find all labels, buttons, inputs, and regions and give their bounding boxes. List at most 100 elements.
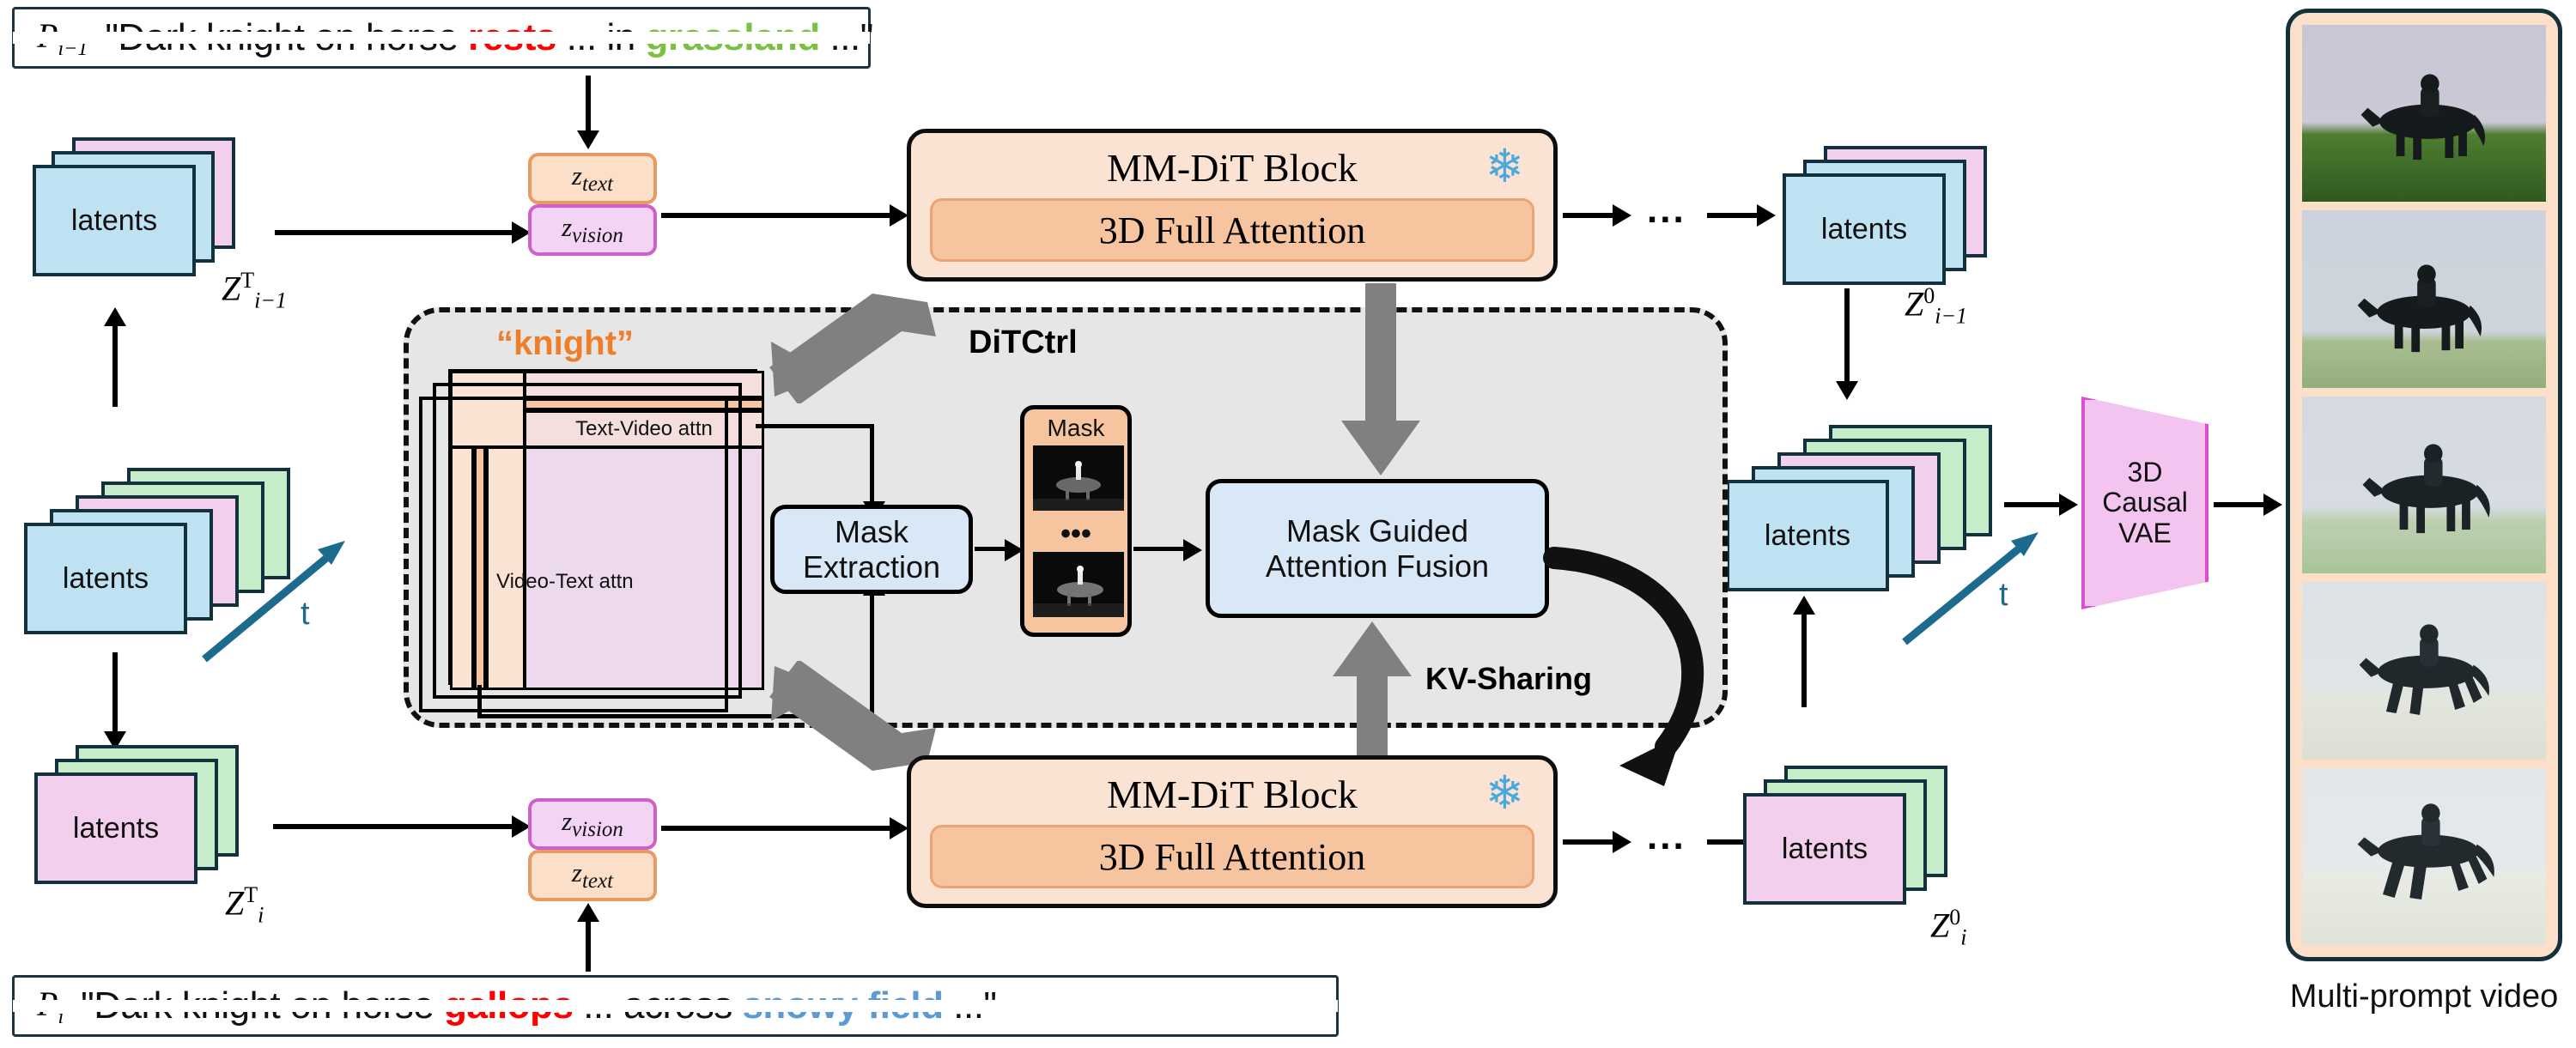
line-prompt-top-to-ztext [586,76,591,134]
arrow-head-ztext-to-mmdit-top [890,204,908,227]
prompt-ribbon-bottom: Pi "Dark knight on horse gallops ... acr… [12,975,1339,1037]
wire-attn-bottom-down [477,685,482,718]
full-attention-box-top[interactable]: 3D Full Attention [930,198,1534,262]
wire-attn-top-down [870,424,874,505]
prompt-bottom-tail: ..." [943,984,997,1027]
t-axis-arrow-right [1902,532,2038,645]
latent-card-1: latents [24,523,187,634]
video-frame [2302,396,2546,574]
video-frame [2302,210,2546,388]
prompt-top-middle: ... in [556,16,646,58]
horse-rider-silhouette [2362,444,2490,533]
prompt-bottom-opening: "Dark knight on horse [81,984,444,1027]
line-top-latents-to-ztext [275,230,524,235]
z-text-box-bottom: ztext [528,850,657,901]
horse-rider-silhouette [2360,74,2486,161]
arrow-head-up-top [104,307,126,326]
latents-label: latents [72,811,160,845]
line-bottom-latents-to-zvision [273,824,524,829]
video-frame [2302,582,2546,760]
gray-arrow-mmdit-top-to-fusion [1341,283,1420,476]
gray-arrow-to-attention-upper [769,294,936,403]
arrow-head-mmdit-top-dots [1613,204,1631,227]
mmdit-title-bottom: MM-DiT Block [1107,772,1358,816]
line-bottomright-up [1801,611,1807,707]
latent-card-front: latents [1743,793,1906,905]
z-label-bottom-left: ZTi [225,882,264,928]
attention-matrix-ghost-2 [419,397,728,712]
z-vision-box-top: zvision [528,204,657,256]
arrow-head-mmdit-bottom-dots [1613,831,1631,853]
prompt-bottom-keyword-action: gallops [443,984,574,1027]
latents-label: latents [70,203,158,237]
prompt-bottom-keyword-scene: snowy field [742,984,944,1027]
vae-label: 3D Causal VAE [2102,457,2188,548]
mask-guided-attention-fusion-box[interactable]: Mask Guided Attention Fusion [1206,479,1549,618]
latent-card-front: latents [33,165,196,276]
t-axis-label-left: t [301,596,310,632]
gray-arrow-to-attention-lower [769,661,936,771]
snowflake-icon: ❄ [1485,767,1524,819]
arrow-head-prompt-bottom-to-z [577,903,599,922]
mask-horse-glow [1033,552,1124,617]
latents-label: latents [1820,212,1908,245]
mask-panel: Mask ••• [1020,405,1132,637]
arrow-head-topright-down [1836,381,1858,400]
mmdit-title-top: MM-DiT Block [1107,146,1358,190]
fusion-label: Mask Guided Attention Fusion [1265,512,1490,584]
horse-rider-silhouette [2359,624,2490,716]
mmdit-block-bottom[interactable]: MM-DiT Block ❄ 3D Full Attention [907,755,1558,908]
mmdit-block-top[interactable]: MM-DiT Block ❄ 3D Full Attention [907,129,1558,282]
arrow-head-vae-to-video [2263,494,2282,516]
video-frames-panel [2286,9,2562,961]
video-frame [2302,25,2546,203]
arrow-line-up-top [112,323,118,407]
z-vision-box-bottom: zvision [528,798,657,850]
prompt-top-text: "Dark knight on horse rests ... in grass… [105,16,873,59]
arrow-head-latents-to-vae [2059,494,2078,516]
horse-rider-silhouette [2357,264,2482,353]
knight-token-label: “knight” [496,324,634,362]
line-ztext-to-mmdit-top [661,213,902,218]
line-zvision-to-mmdit-bottom [661,826,902,831]
ellipsis-bottom: ... [1647,815,1686,857]
causal-vae-block[interactable]: 3D Causal VAE [2081,397,2208,609]
video-caption: Multi-prompt video [2289,978,2559,1015]
z-text-box-top: ztext [528,153,657,204]
z-label-top-right: Z0i−1 [1905,283,1968,329]
mask-panel-title: Mask [1047,415,1105,441]
horse-rider-silhouette [2357,803,2494,900]
prompt-top-variable: Pi−1 [37,15,88,60]
latents-label: latents [62,561,149,595]
line-prompt-bottom-to-ztext [586,917,591,972]
arrow-head-maskpanel-to-fusion [1183,539,1202,561]
mask-thumbnail-top [1033,445,1124,511]
prompt-top-opening: "Dark knight on horse [105,16,469,58]
t-axis-arrow-left [202,541,345,663]
mask-ellipsis: ••• [1060,518,1091,550]
ditctrl-title: DiTCtrl [969,324,1078,360]
prompt-bottom-text: "Dark knight on horse gallops ... across… [81,984,997,1027]
video-frame [2302,767,2546,946]
z-label-top-left: ZTi−1 [222,268,287,313]
wire-attn-top-right [756,424,874,428]
ellipsis-top: ... [1647,189,1686,231]
full-attention-box-bottom[interactable]: 3D Full Attention [930,825,1534,888]
prompt-bottom-middle: ... across [573,984,743,1027]
line-topright-down [1844,288,1850,385]
mask-extraction-box[interactable]: Mask Extraction [770,505,973,594]
prompt-top-tail: ..." [819,16,874,58]
mask-horse-glow [1033,445,1124,511]
mask-thumbnail-bottom [1033,552,1124,617]
latents-label: latents [1781,832,1868,865]
snowflake-icon: ❄ [1485,141,1524,192]
prompt-bottom-variable: Pi [37,984,64,1028]
arrow-line-down-bottom [112,652,118,735]
latent-card-front: latents [1783,173,1946,285]
t-axis-label-right: t [1999,577,2008,613]
mask-extraction-label: Mask Extraction [802,513,941,585]
z-label-bottom-right: Z0i [1930,905,1967,950]
prompt-ribbon-top: Pi−1 "Dark knight on horse rests ... in … [12,7,873,69]
prompt-top-keyword-scene: grassland [645,16,820,58]
arrow-head-prompt-top-to-z [577,130,599,149]
